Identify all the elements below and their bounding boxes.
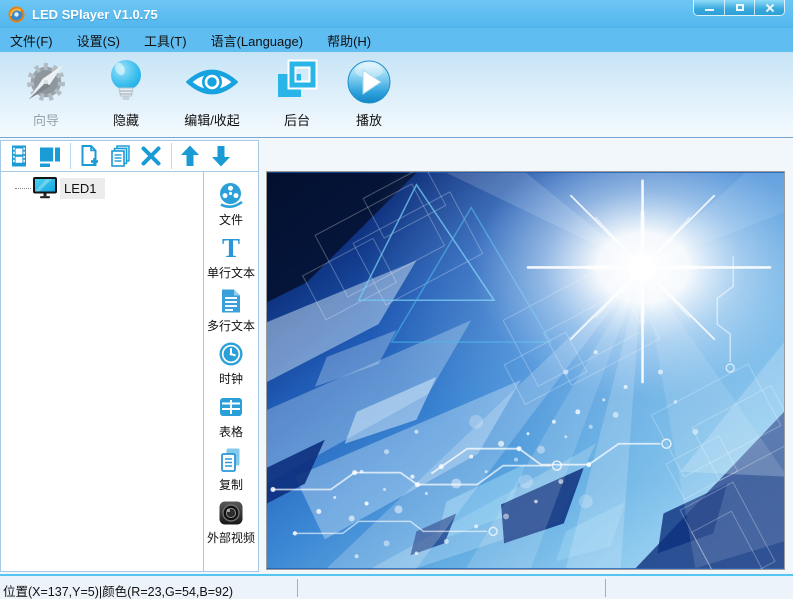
external-video-icon <box>217 498 245 528</box>
add-program-icon[interactable] <box>76 143 102 169</box>
tool-external-video[interactable]: 外部视频 <box>207 498 255 551</box>
edit-collapse-label: 编辑/收起 <box>184 110 240 129</box>
tool-label: 文件 <box>219 211 243 228</box>
menu-settings[interactable]: 设置(S) <box>75 29 122 52</box>
screen-film-icon[interactable] <box>6 143 32 169</box>
monitor-icon <box>32 176 58 200</box>
app-window: LED SPlayer V1.0.75 文件(F) 设置(S) 工具(T) 语言… <box>0 0 793 599</box>
menubar: 文件(F) 设置(S) 工具(T) 语言(Language) 帮助(H) <box>0 28 793 52</box>
media-file-icon <box>217 180 245 210</box>
window-controls <box>693 0 785 16</box>
app-logo-icon <box>8 6 25 23</box>
tool-single-line-text[interactable]: T 单行文本 <box>207 233 255 286</box>
tool-copy[interactable]: 复制 <box>217 445 245 498</box>
main-toolbar: 向导 隐藏 <box>0 52 793 138</box>
menu-language[interactable]: 语言(Language) <box>209 29 306 52</box>
close-icon <box>765 3 775 13</box>
clock-icon <box>217 339 245 369</box>
tool-clock[interactable]: 时钟 <box>217 339 245 392</box>
status-separator <box>605 579 606 597</box>
tool-label: 外部视频 <box>207 529 255 546</box>
minimize-button[interactable] <box>694 0 724 15</box>
tool-label: 时钟 <box>219 370 243 387</box>
wizard-label: 向导 <box>33 110 59 129</box>
tree-connector <box>15 188 31 189</box>
table-icon <box>217 392 245 422</box>
background-label: 后台 <box>284 110 310 129</box>
tool-media-file[interactable]: 文件 <box>217 180 245 233</box>
window-title: LED SPlayer V1.0.75 <box>32 7 158 22</box>
preview-canvas[interactable] <box>266 171 785 570</box>
single-line-text-icon: T <box>222 233 240 263</box>
minimize-icon <box>705 9 714 11</box>
play-icon <box>345 56 393 108</box>
tool-label: 单行文本 <box>207 264 255 281</box>
maximize-icon <box>736 4 744 11</box>
status-separator <box>297 579 298 597</box>
copy-icon <box>217 445 245 475</box>
multi-line-text-icon <box>217 286 245 316</box>
menu-tools[interactable]: 工具(T) <box>142 29 189 52</box>
background-button[interactable]: 后台 <box>266 56 328 129</box>
wizard-button[interactable]: 向导 <box>8 56 84 129</box>
move-down-icon[interactable] <box>208 143 234 169</box>
wizard-icon <box>21 56 71 108</box>
content-tools-strip: 文件 T 单行文本 多行文本 <box>203 171 259 572</box>
screen-tree-panel: LED1 <box>0 171 204 572</box>
play-label: 播放 <box>356 110 382 129</box>
maximize-button[interactable] <box>724 0 754 15</box>
toolbar-separator <box>171 143 172 169</box>
hide-button[interactable]: 隐藏 <box>90 56 162 129</box>
hide-label: 隐藏 <box>113 110 139 129</box>
tool-label: 多行文本 <box>207 317 255 334</box>
menu-help[interactable]: 帮助(H) <box>325 29 373 52</box>
preview-image <box>267 172 784 569</box>
tree-item-led1[interactable]: LED1 <box>1 176 203 200</box>
program-toolbar <box>0 140 259 172</box>
tool-label: 表格 <box>219 423 243 440</box>
tool-label: 复制 <box>219 476 243 493</box>
copy-program-icon[interactable] <box>107 143 133 169</box>
delete-icon[interactable] <box>138 143 164 169</box>
status-position-color: 位置(X=137,Y=5)|颜色(R=23,G=54,B=92) <box>3 581 233 599</box>
edit-collapse-eye-icon <box>186 56 238 108</box>
edit-collapse-button[interactable]: 编辑/收起 <box>166 56 258 129</box>
menu-file[interactable]: 文件(F) <box>8 29 55 52</box>
screen-layout-icon[interactable] <box>37 143 63 169</box>
play-button[interactable]: 播放 <box>334 56 404 129</box>
move-up-icon[interactable] <box>177 143 203 169</box>
tool-multi-line-text[interactable]: 多行文本 <box>207 286 255 339</box>
titlebar: LED SPlayer V1.0.75 <box>0 0 793 28</box>
statusbar: 位置(X=137,Y=5)|颜色(R=23,G=54,B=92) <box>0 574 793 599</box>
background-windows-icon <box>274 56 320 108</box>
hide-bulb-icon <box>103 56 149 108</box>
tool-table[interactable]: 表格 <box>217 392 245 445</box>
tree-item-label: LED1 <box>60 178 105 199</box>
close-button[interactable] <box>754 0 784 15</box>
toolbar-separator <box>70 143 71 169</box>
